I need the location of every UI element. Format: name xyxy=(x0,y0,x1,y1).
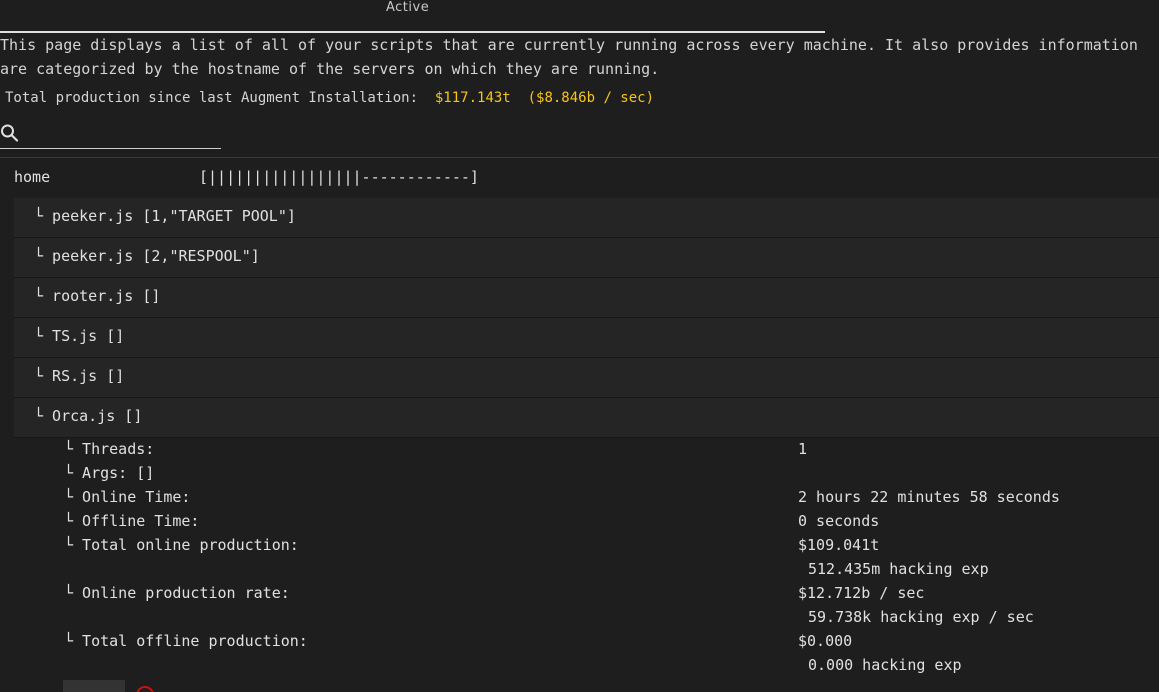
threads-value: 1 xyxy=(798,440,808,458)
threads-label: └ Threads: xyxy=(64,440,155,458)
online-rate-exp: 59.738k hacking exp / sec xyxy=(808,608,1034,626)
description-line-1: This page displays a list of all of your… xyxy=(0,36,1138,54)
script-row[interactable]: └ TS.js [] xyxy=(14,318,1159,358)
script-row[interactable]: └ rooter.js [] xyxy=(14,278,1159,318)
online-rate-money: $12.712b / sec xyxy=(798,584,925,602)
online-time-value: 2 hours 22 minutes 58 seconds xyxy=(798,488,1060,506)
script-label: └ peeker.js [1,"TARGET POOL"] xyxy=(34,207,296,225)
script-row[interactable]: └ RS.js [] xyxy=(14,358,1159,398)
production-total: $117.143t xyxy=(434,90,511,106)
production-label: Total production since last Augment Inst… xyxy=(5,90,419,106)
script-label: └ peeker.js [2,"RESPOOL"] xyxy=(34,247,260,265)
total-online-production-label: └ Total online production: xyxy=(64,536,299,554)
script-label: └ TS.js [] xyxy=(34,327,125,345)
kill-script-icon[interactable] xyxy=(136,686,154,692)
total-offline-exp: 0.000 hacking exp xyxy=(808,656,962,674)
online-time-label: └ Online Time: xyxy=(64,488,191,506)
online-production-rate-label: └ Online production rate: xyxy=(64,584,290,602)
active-scripts-page: Active This page displays a list of all … xyxy=(0,0,1159,692)
tab-bar: Active xyxy=(0,0,825,33)
script-label: └ Orca.js [] xyxy=(34,407,143,425)
production-rate: ($8.846b / sec) xyxy=(527,90,655,106)
script-row-expanded[interactable]: └ Orca.js [] xyxy=(14,398,1159,438)
total-online-exp: 512.435m hacking exp xyxy=(808,560,989,578)
page-description: This page displays a list of all of your… xyxy=(0,33,1159,81)
total-offline-money: $0.000 xyxy=(798,632,853,650)
args-label: └ Args: [] xyxy=(64,464,155,482)
offline-time-value: 0 seconds xyxy=(798,512,880,530)
offline-time-label: └ Offline Time: xyxy=(64,512,200,530)
log-button[interactable] xyxy=(63,680,125,692)
server-hostname: home xyxy=(14,168,51,186)
total-online-money: $109.041t xyxy=(798,536,880,554)
script-label: └ rooter.js [] xyxy=(34,287,161,305)
search-icon xyxy=(1,124,19,142)
search-input[interactable] xyxy=(22,120,221,146)
script-label: └ RS.js [] xyxy=(34,367,125,385)
total-offline-production-label: └ Total offline production: xyxy=(64,632,308,650)
script-row[interactable]: └ peeker.js [2,"RESPOOL"] xyxy=(14,238,1159,278)
description-line-2: are categorized by the hostname of the s… xyxy=(0,60,660,78)
search-box xyxy=(0,118,221,149)
script-row[interactable]: └ peeker.js [1,"TARGET POOL"] xyxy=(14,198,1159,238)
total-production: Total production since last Augment Inst… xyxy=(5,88,654,108)
ram-usage-bar: [|||||||||||||||||------------] xyxy=(199,168,479,186)
tab-active[interactable]: Active xyxy=(386,0,429,15)
server-row-home[interactable]: home [|||||||||||||||||------------] xyxy=(0,158,1159,198)
